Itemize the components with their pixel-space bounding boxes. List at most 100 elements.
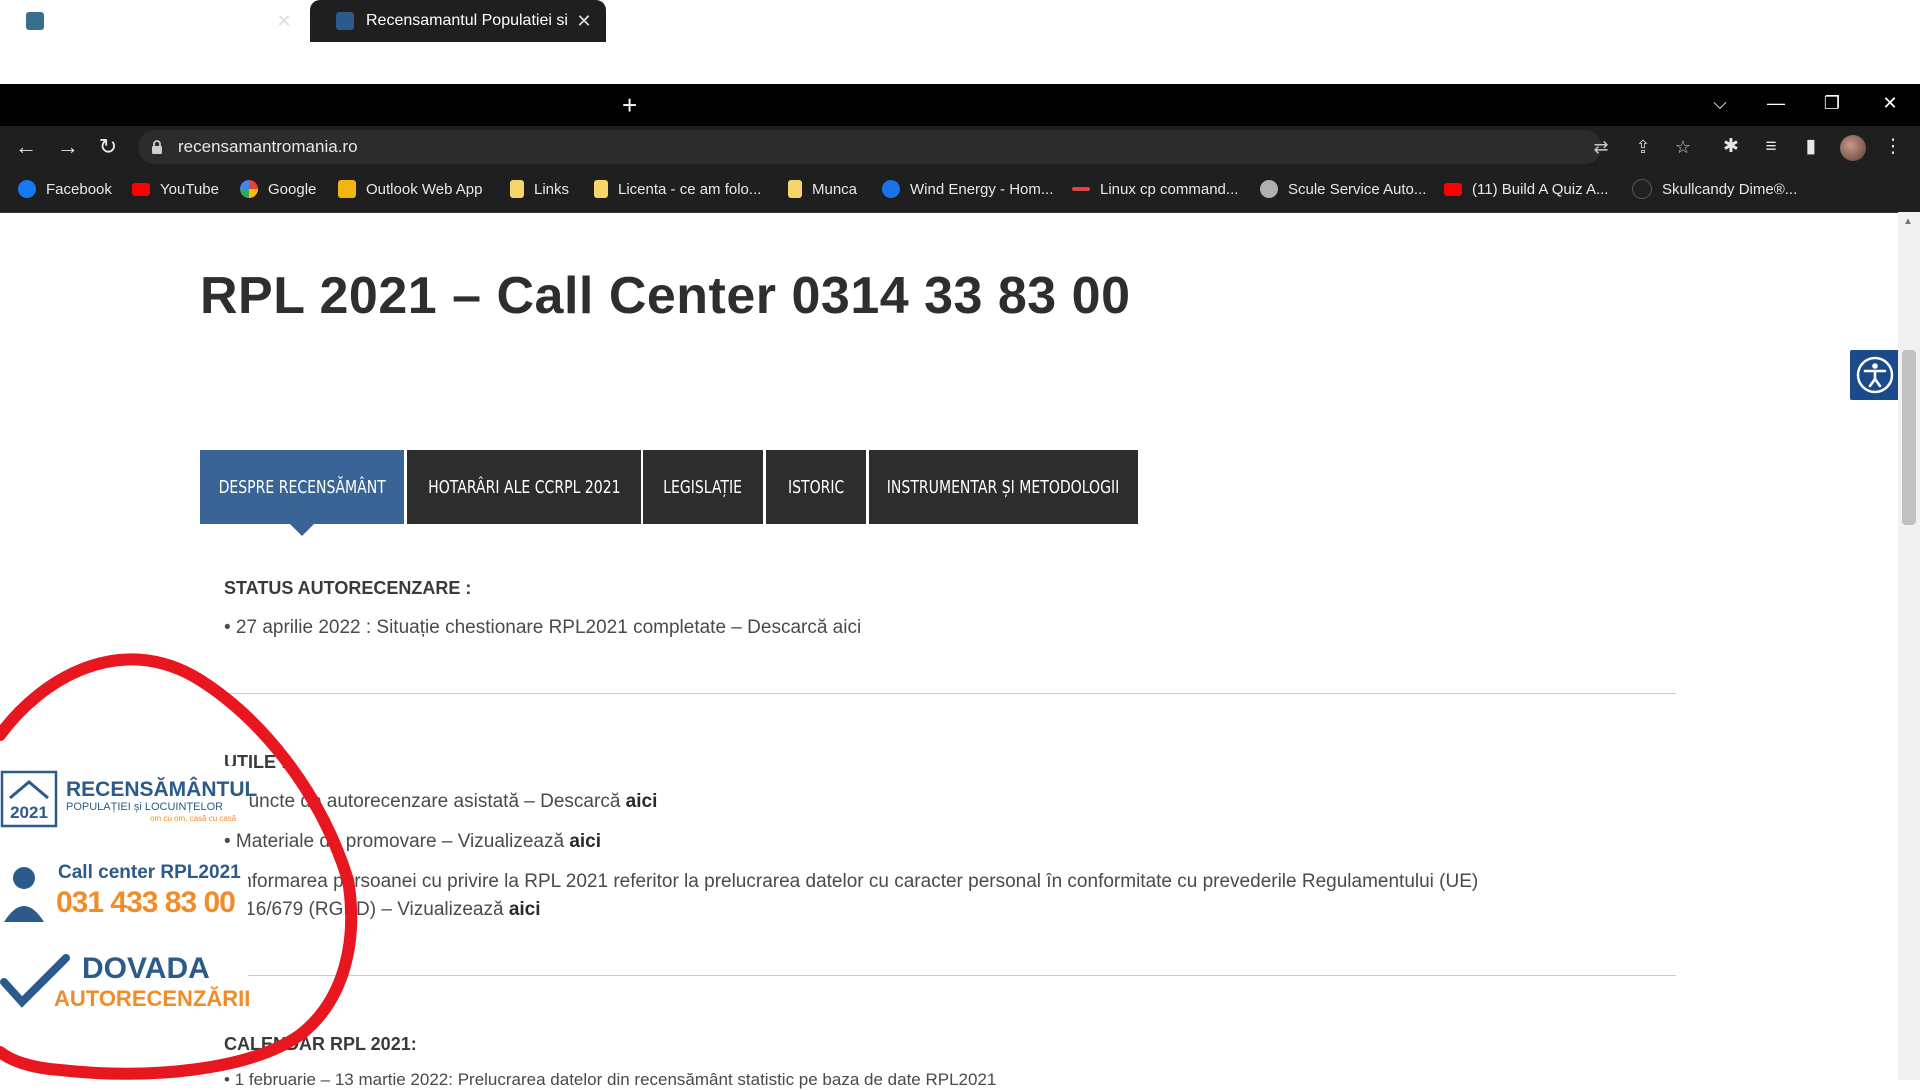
aici-link[interactable]: aici (626, 791, 658, 812)
utile-item-3-text-2: 2016/679 (RGPD) – Vizualizează (224, 899, 509, 920)
logo-year: 2021 (10, 803, 48, 822)
bookmark-outlook[interactable]: Outlook Web App (338, 168, 482, 210)
tab-istoric[interactable]: ISTORIC (766, 450, 866, 524)
bookmark-label: Google (268, 180, 317, 198)
status-heading: STATUS AUTORECENZARE : (224, 578, 472, 598)
site-favicon-icon (336, 12, 354, 30)
utile-item-1: • Puncte de autorecenzare asistată – Des… (224, 791, 657, 813)
utile-item-1-text: Puncte de autorecenzare asistată – Desca… (235, 791, 626, 812)
tab-label: INSTRUMENTAR ȘI METODOLOGII (887, 476, 1120, 498)
bookmark-label: Outlook Web App (366, 180, 483, 198)
tab-legislatie[interactable]: LEGISLAȚIE (643, 450, 763, 524)
folder-icon (788, 180, 802, 198)
browser-tab-recensamant[interactable]: Recensamantul Populatiei si Locuintelor … (310, 0, 606, 42)
bookmark-folder-links[interactable]: Links (510, 168, 569, 210)
close-tab-icon[interactable]: ✕ (272, 11, 296, 32)
tab-search-icon[interactable]: ⌵ (1700, 84, 1740, 122)
utile-item-2: • Materiale de promovare – Vizualizează … (224, 831, 601, 853)
rpl-logo-widget[interactable]: 2021 RECENSĂMÂNTUL POPULAȚIEI și LOCUINȚ… (0, 766, 257, 832)
facebook-icon (18, 180, 36, 198)
dovada-subtitle: AUTORECENZĂRII (54, 986, 251, 1011)
bookmark-scule-service[interactable]: Scule Service Auto... (1260, 168, 1426, 210)
bookmark-linux-cp[interactable]: Linux cp command... (1072, 168, 1238, 210)
folder-icon (510, 180, 524, 198)
bookmark-label: Links (534, 180, 570, 198)
tab-label: LEGISLAȚIE (663, 476, 743, 498)
dovada-title: DOVADA (82, 952, 210, 985)
bookmark-star-icon[interactable]: ☆ (1668, 130, 1698, 164)
globe-icon (26, 12, 44, 30)
aici-link[interactable]: aici (569, 831, 601, 852)
active-tab-pointer (290, 524, 314, 536)
skull-icon (1632, 179, 1652, 199)
lock-icon (152, 140, 162, 154)
operator-icon (4, 867, 44, 922)
browser-tab-strip (0, 84, 1920, 126)
menu-dots-icon[interactable]: ⋮ (1876, 126, 1910, 168)
tab-label: HOTARÂRI ALE CCRPL 2021 (427, 476, 621, 498)
close-window-button[interactable]: ✕ (1870, 84, 1910, 122)
bookmark-facebook[interactable]: Facebook (18, 168, 112, 210)
page-scrollbar[interactable] (1898, 212, 1920, 1080)
address-bar[interactable] (138, 130, 1602, 164)
accessibility-icon (1856, 356, 1894, 394)
media-controls-icon[interactable]: ≡ (1754, 126, 1788, 168)
bookmark-folder-licenta[interactable]: Licenta - ce am folo... (594, 168, 761, 210)
bookmark-label: Scule Service Auto... (1288, 180, 1427, 198)
utile-item-3-text: Informarea persoanei cu privire la RPL 2… (235, 871, 1479, 892)
call-center-number: 031 433 83 00 (56, 886, 236, 919)
google-icon (240, 180, 258, 198)
bookmark-google[interactable]: Google (240, 168, 316, 210)
new-tab-button[interactable]: + (622, 84, 637, 126)
folder-icon (594, 180, 608, 198)
bookmark-label: Linux cp command... (1100, 180, 1239, 198)
bookmark-label: (11) Build A Quiz A... (1472, 180, 1609, 198)
accessibility-button[interactable] (1850, 350, 1900, 400)
youtube-icon (1444, 182, 1462, 196)
side-panel-icon[interactable]: ▮ (1794, 126, 1828, 168)
bookmark-label: Facebook (46, 180, 112, 198)
scrollbar-thumb[interactable] (1902, 350, 1916, 525)
bookmark-skullcandy[interactable]: Skullcandy Dime®... (1632, 168, 1797, 210)
page-title: RPL 2021 – Call Center 0314 33 83 00 (200, 267, 1131, 325)
utile-item-2-text: • Materiale de promovare – Vizualizează (224, 831, 570, 852)
tab-label: ISTORIC (787, 476, 845, 498)
utile-item-3-line1: • Informarea persoanei cu privire la RPL… (224, 871, 1478, 893)
status-item: • 27 aprilie 2022 : Situație chestionare… (224, 617, 862, 638)
bookmark-build-quiz[interactable]: (11) Build A Quiz A... (1444, 168, 1608, 210)
tab-despre-recensamant[interactable]: DESPRE RECENSĂMÂNT (200, 450, 404, 524)
logo-main-text: RECENSĂMÂNTUL (66, 778, 258, 801)
scroll-up-arrow-icon[interactable]: ▲ (1903, 216, 1913, 227)
outlook-icon (338, 180, 356, 198)
divider (224, 693, 1676, 694)
bookmark-wind-energy[interactable]: Wind Energy - Hom... (882, 168, 1053, 210)
geeks-icon (1072, 187, 1090, 191)
tab-title: Home Page (56, 12, 141, 29)
dovada-autorecenzarii-widget[interactable]: DOVADA AUTORECENZĂRII (0, 946, 251, 1016)
forward-icon[interactable]: → (50, 126, 86, 168)
tab-instrumentar[interactable]: INSTRUMENTAR ȘI METODOLOGII (869, 450, 1138, 524)
url-text[interactable]: recensamantromania.ro (178, 130, 358, 164)
c-logo-icon (882, 180, 900, 198)
restore-button[interactable]: ❐ (1812, 84, 1852, 122)
extensions-icon[interactable]: ✱ (1714, 126, 1748, 168)
reload-icon[interactable]: ↻ (90, 126, 126, 168)
call-center-label: Call center RPL2021 (58, 862, 241, 883)
tab-title: Recensamantul Populatiei si Locuintelor (366, 12, 572, 29)
call-center-widget[interactable]: Call center RPL2021 031 433 83 00 (0, 856, 248, 926)
tab-hotarari[interactable]: HOTARÂRI ALE CCRPL 2021 (407, 450, 641, 524)
bookmark-label: YouTube (160, 180, 219, 198)
logo-sub-text: POPULAȚIEI și LOCUINȚELOR (66, 801, 224, 813)
profile-avatar[interactable] (1840, 135, 1866, 161)
back-icon[interactable]: ← (8, 126, 44, 168)
browser-tab-home[interactable]: Home Page ✕ (0, 0, 306, 42)
bookmark-youtube[interactable]: YouTube (132, 168, 219, 210)
translate-icon[interactable]: ⇄ (1586, 130, 1616, 164)
share-icon[interactable]: ⇪ (1628, 130, 1658, 164)
aici-link[interactable]: aici (509, 899, 541, 920)
close-tab-icon[interactable]: ✕ (572, 11, 596, 32)
minimize-button[interactable]: — (1756, 84, 1796, 122)
bookmark-folder-munca[interactable]: Munca (788, 168, 857, 210)
utile-item-3-line2: 2016/679 (RGPD) – Vizualizează aici (224, 899, 541, 921)
bookmark-label: Wind Energy - Hom... (910, 180, 1054, 198)
